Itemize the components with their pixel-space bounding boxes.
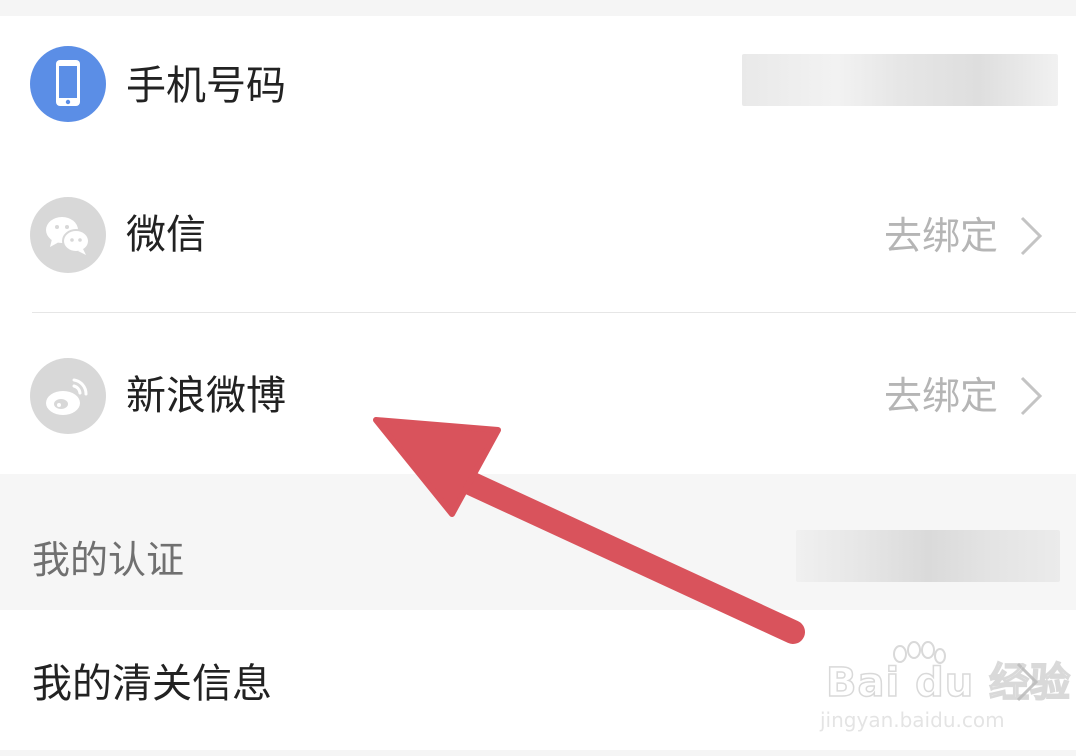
top-strip [0, 0, 1076, 16]
bottom-strip [0, 750, 1076, 756]
chevron-right-icon [1020, 216, 1043, 256]
phone-row[interactable]: 手机号码 [0, 16, 1076, 162]
wechat-row[interactable]: 微信 去绑定 [0, 162, 1076, 312]
watermark-main-text: Bai du 经验 [825, 659, 1072, 707]
phone-number-blurred [742, 54, 1058, 106]
wechat-icon [30, 197, 106, 273]
customs-info-label: 我的清关信息 [32, 661, 272, 707]
weibo-row[interactable]: 新浪微博 去绑定 [0, 313, 1076, 474]
phone-icon [30, 46, 106, 122]
chevron-right-icon [1020, 376, 1043, 416]
phone-label: 手机号码 [126, 63, 286, 109]
wechat-bind-button[interactable]: 去绑定 [884, 212, 998, 260]
weibo-label: 新浪微博 [126, 373, 286, 419]
baidu-jingyan-watermark: Bai du 经验 jingyan.baidu.com [820, 640, 1071, 736]
certification-status-blurred [796, 530, 1060, 582]
watermark-sub-text: jingyan.baidu.com [820, 708, 1005, 732]
weibo-bind-button[interactable]: 去绑定 [884, 372, 998, 420]
wechat-label: 微信 [126, 212, 206, 258]
weibo-icon [30, 358, 106, 434]
certification-title: 我的认证 [32, 538, 185, 582]
